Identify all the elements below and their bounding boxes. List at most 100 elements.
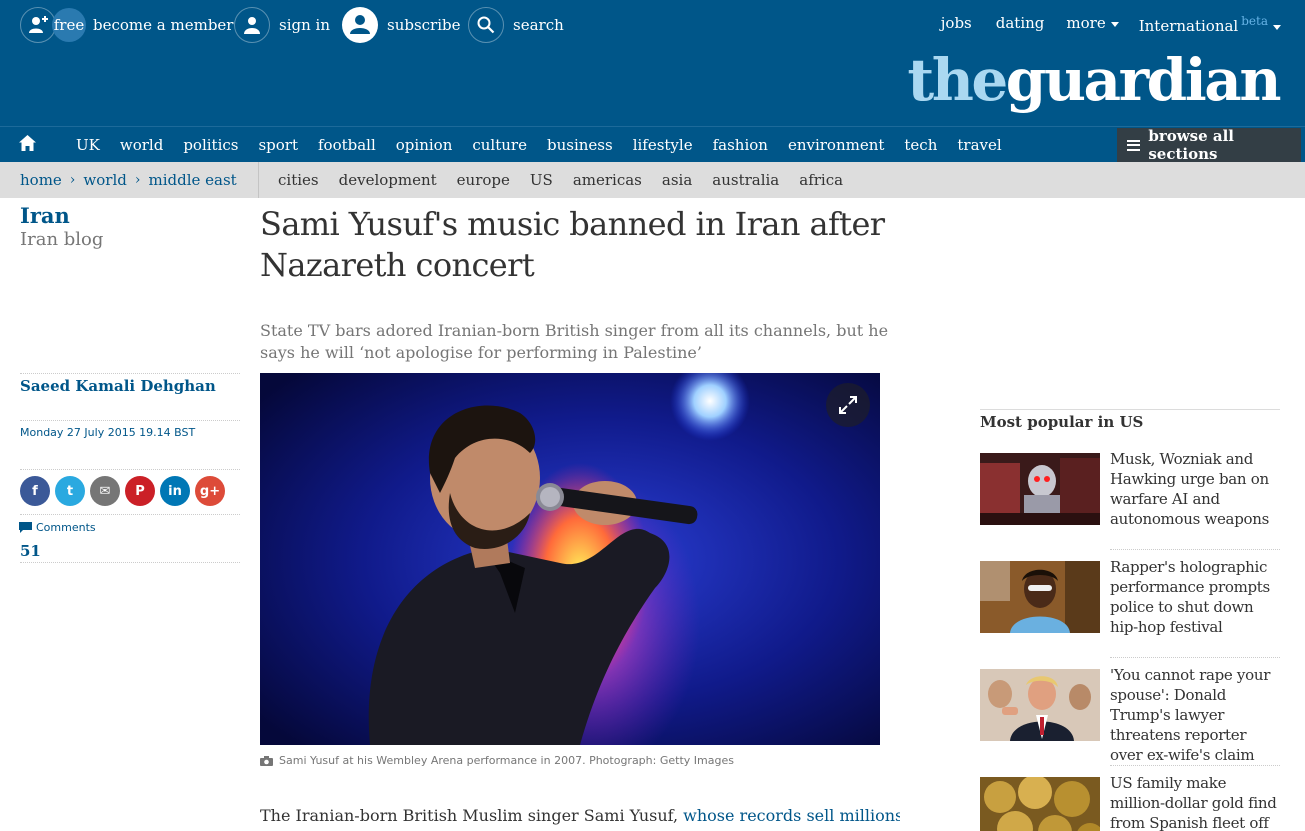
hero-image[interactable]: [260, 373, 880, 745]
comments-label: Comments: [36, 521, 96, 534]
edition-switcher[interactable]: International beta: [1139, 14, 1281, 35]
nav-fashion[interactable]: fashion: [713, 136, 768, 154]
subscribe-label: subscribe: [387, 16, 461, 34]
googleplus-share-button[interactable]: g+: [195, 476, 225, 506]
sign-in-label: sign in: [279, 16, 330, 34]
nav-politics[interactable]: politics: [183, 136, 238, 154]
browse-label: browse all sections: [1148, 127, 1234, 163]
concert-photo: [260, 373, 880, 745]
breadcrumb-middle-east[interactable]: middle east: [148, 171, 236, 189]
byline[interactable]: Saeed Kamali Dehghan: [20, 377, 216, 395]
twitter-share-button[interactable]: t: [55, 476, 85, 506]
nav-business[interactable]: business: [547, 136, 613, 154]
comment-icon: [19, 522, 32, 533]
expand-icon: [839, 396, 857, 414]
logo-the: the: [907, 46, 1008, 114]
nav-football[interactable]: football: [318, 136, 376, 154]
nav-culture[interactable]: culture: [472, 136, 527, 154]
divider: [20, 420, 240, 421]
free-badge: free: [52, 8, 86, 42]
standfirst: State TV bars adored Iranian-born Britis…: [260, 321, 889, 362]
comments-link[interactable]: Comments: [19, 521, 96, 534]
divider: [20, 469, 240, 470]
series-subtitle[interactable]: Iran blog: [20, 228, 103, 252]
search-link[interactable]: search: [468, 6, 564, 44]
nav-environment[interactable]: environment: [788, 136, 884, 154]
nav-world[interactable]: world: [120, 136, 163, 154]
subnav-us[interactable]: US: [530, 171, 553, 189]
edition-label: International: [1138, 17, 1239, 35]
logo-guardian: guardian: [1005, 46, 1282, 114]
subsection-links: cities development europe US americas asia aus…: [278, 162, 863, 198]
divider: [20, 373, 240, 374]
beta-badge: beta: [1241, 14, 1268, 28]
email-share-button[interactable]: ✉: [90, 476, 120, 506]
subnav-development[interactable]: development: [339, 171, 437, 189]
comment-count[interactable]: 51: [20, 542, 41, 560]
become-member-link[interactable]: free become a member: [20, 6, 233, 44]
chevron-right-icon: ›: [134, 172, 141, 188]
jobs-link[interactable]: jobs: [941, 14, 972, 35]
camera-icon: [260, 755, 273, 766]
guardian-logo[interactable]: theguardian: [907, 46, 1282, 114]
expand-image-button[interactable]: [826, 383, 870, 427]
chevron-down-icon: [1273, 24, 1281, 30]
divider: [980, 409, 1280, 410]
subnav-australia[interactable]: australia: [712, 171, 779, 189]
browse-all-sections-button[interactable]: browse all sections: [1117, 127, 1301, 163]
series-title[interactable]: Iran: [20, 204, 103, 228]
pinterest-share-button[interactable]: P: [125, 476, 155, 506]
nav-opinion[interactable]: opinion: [396, 136, 453, 154]
body-text: The Iranian-born British Muslim singer S…: [260, 806, 684, 825]
subnav-asia[interactable]: asia: [662, 171, 692, 189]
breadcrumb: home › world › middle east: [20, 162, 237, 198]
chevron-right-icon: ›: [69, 172, 76, 188]
subnav-cities[interactable]: cities: [278, 171, 319, 189]
nav-lifestyle[interactable]: lifestyle: [633, 136, 693, 154]
dateline: Monday 27 July 2015 19.14 BST: [20, 426, 196, 439]
facebook-share-button[interactable]: f: [20, 476, 50, 506]
most-popular-headline: 'You cannot rape your spouse': Donald Tr…: [1110, 666, 1271, 764]
nav-tech[interactable]: tech: [904, 136, 937, 154]
home-icon: [19, 135, 36, 151]
become-member-label: become a member: [93, 16, 234, 34]
subnav-europe[interactable]: europe: [457, 171, 510, 189]
image-caption: Sami Yusuf at his Wembley Arena performa…: [260, 754, 734, 767]
most-popular-headline: US family make million-dollar gold find …: [1110, 774, 1277, 831]
subnav-americas[interactable]: americas: [573, 171, 642, 189]
more-label: more: [1066, 14, 1106, 32]
breadcrumb-world[interactable]: world: [83, 171, 126, 189]
article-body: The Iranian-born British Muslim singer S…: [260, 805, 900, 827]
divider: [258, 162, 259, 198]
linkedin-share-button[interactable]: in: [160, 476, 190, 506]
search-label: search: [513, 16, 564, 34]
divider: [20, 562, 240, 563]
sign-in-link[interactable]: sign in: [234, 6, 330, 44]
masthead: free become a member sign in subscribe s…: [0, 0, 1305, 126]
subscribe-link[interactable]: subscribe: [342, 6, 461, 44]
breadcrumb-home[interactable]: home: [20, 171, 62, 189]
search-icon: [468, 7, 504, 43]
thumbnail-gold-coins: [980, 777, 1100, 831]
thumbnail-trump: [980, 669, 1100, 741]
subnav-africa[interactable]: africa: [799, 171, 843, 189]
sub-nav: home › world › middle east cities develop…: [0, 162, 1305, 198]
divider: [1110, 765, 1280, 766]
most-popular-headline: Rapper's holographic performance prompts…: [1110, 558, 1270, 636]
thumbnail-robot: [980, 453, 1100, 525]
user-icon: [234, 7, 270, 43]
divider: [1110, 657, 1280, 658]
body-link[interactable]: whose records sell millions in: [683, 806, 900, 825]
nav-uk[interactable]: UK: [76, 136, 100, 154]
caption-text: Sami Yusuf at his Wembley Arena performa…: [279, 754, 734, 767]
dating-link[interactable]: dating: [996, 14, 1045, 35]
section-nav: UK world politics sport football opinion cultu…: [0, 126, 1305, 163]
nav-home[interactable]: [19, 135, 56, 155]
subscribe-icon: [342, 7, 378, 43]
utility-links: jobs dating more International beta: [941, 14, 1281, 35]
nav-sport[interactable]: sport: [258, 136, 298, 154]
more-menu[interactable]: more: [1066, 14, 1119, 35]
most-popular-title: Most popular in US: [980, 413, 1144, 431]
article-headline: Sami Yusuf's music banned in Iran after …: [260, 205, 885, 284]
nav-travel[interactable]: travel: [957, 136, 1001, 154]
